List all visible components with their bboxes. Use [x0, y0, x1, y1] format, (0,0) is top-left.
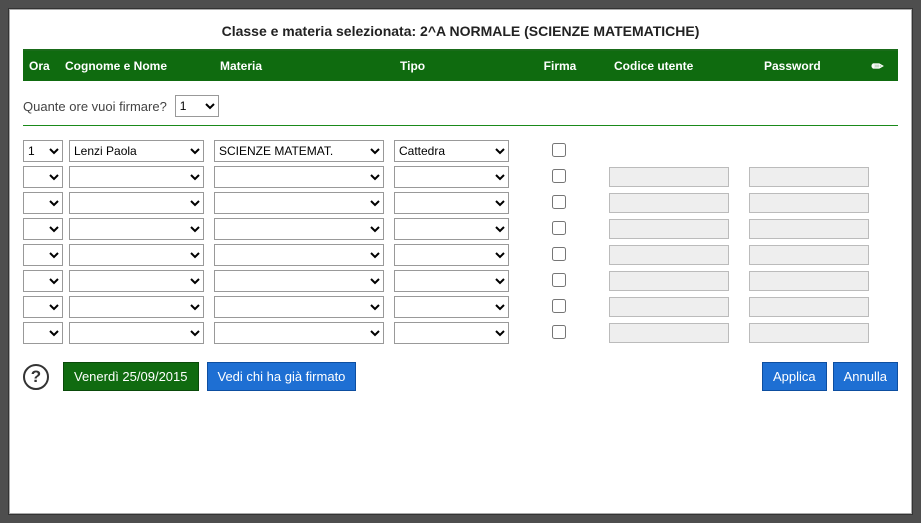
nome-select[interactable]: Lenzi Paola: [69, 140, 204, 162]
nome-select[interactable]: [69, 270, 204, 292]
nome-select[interactable]: [69, 296, 204, 318]
col-password: Password: [740, 59, 850, 73]
ora-select[interactable]: [23, 244, 63, 266]
firma-cell: [529, 169, 589, 186]
tipo-select[interactable]: [394, 166, 509, 188]
firma-cell: [529, 299, 589, 316]
nome-select[interactable]: [69, 192, 204, 214]
col-firma: Firma: [530, 59, 590, 73]
col-materia: Materia: [220, 59, 400, 73]
codice-input[interactable]: [609, 323, 729, 343]
tipo-select[interactable]: Cattedra: [394, 140, 509, 162]
firma-cell: [529, 325, 589, 342]
tipo-select[interactable]: [394, 296, 509, 318]
main-frame: Classe e materia selezionata: 2^A NORMAL…: [8, 8, 913, 515]
firma-checkbox[interactable]: [552, 247, 566, 261]
ora-select[interactable]: [23, 296, 63, 318]
divider-mid: [23, 125, 898, 126]
page-title: Classe e materia selezionata: 2^A NORMAL…: [23, 23, 898, 39]
col-nome: Cognome e Nome: [65, 59, 220, 73]
materia-select[interactable]: SCIENZE MATEMAT.: [214, 140, 384, 162]
password-input[interactable]: [749, 323, 869, 343]
tipo-select[interactable]: [394, 192, 509, 214]
hours-row: Quante ore vuoi firmare? 1: [23, 95, 898, 117]
hours-label: Quante ore vuoi firmare?: [23, 99, 167, 114]
password-input[interactable]: [749, 271, 869, 291]
nome-select[interactable]: [69, 244, 204, 266]
firma-cell: [529, 221, 589, 238]
ora-select[interactable]: [23, 192, 63, 214]
ora-select[interactable]: 1: [23, 140, 63, 162]
table-row: [23, 218, 898, 240]
tipo-select[interactable]: [394, 244, 509, 266]
date-button[interactable]: Venerdì 25/09/2015: [63, 362, 199, 391]
codice-input[interactable]: [609, 219, 729, 239]
col-tipo: Tipo: [400, 59, 530, 73]
nome-select[interactable]: [69, 166, 204, 188]
tipo-select[interactable]: [394, 270, 509, 292]
materia-select[interactable]: [214, 322, 384, 344]
materia-select[interactable]: [214, 296, 384, 318]
password-input[interactable]: [749, 167, 869, 187]
ora-select[interactable]: [23, 218, 63, 240]
firma-checkbox[interactable]: [552, 143, 566, 157]
password-input[interactable]: [749, 219, 869, 239]
password-input[interactable]: [749, 297, 869, 317]
table-header: Ora Cognome e Nome Materia Tipo Firma Co…: [23, 51, 898, 81]
ora-select[interactable]: [23, 270, 63, 292]
col-ora: Ora: [29, 59, 65, 73]
table-row: [23, 166, 898, 188]
vedi-button[interactable]: Vedi chi ha già firmato: [207, 362, 357, 391]
materia-select[interactable]: [214, 244, 384, 266]
table-row: [23, 244, 898, 266]
codice-input[interactable]: [609, 297, 729, 317]
materia-select[interactable]: [214, 166, 384, 188]
firma-checkbox[interactable]: [552, 273, 566, 287]
firma-cell: [529, 195, 589, 212]
table-row: [23, 270, 898, 292]
hours-select[interactable]: 1: [175, 95, 219, 117]
codice-input[interactable]: [609, 167, 729, 187]
firma-cell: [529, 247, 589, 264]
applica-button[interactable]: Applica: [762, 362, 827, 391]
firma-cell: [529, 143, 589, 160]
help-icon[interactable]: ?: [23, 364, 49, 390]
firma-checkbox[interactable]: [552, 195, 566, 209]
nome-select[interactable]: [69, 218, 204, 240]
nome-select[interactable]: [69, 322, 204, 344]
password-input[interactable]: [749, 193, 869, 213]
tipo-select[interactable]: [394, 322, 509, 344]
firma-checkbox[interactable]: [552, 169, 566, 183]
tipo-select[interactable]: [394, 218, 509, 240]
materia-select[interactable]: [214, 218, 384, 240]
ora-select[interactable]: [23, 322, 63, 344]
codice-input[interactable]: [609, 193, 729, 213]
rows-container: 1 Lenzi Paola SCIENZE MATEMAT. Cattedra: [23, 140, 898, 344]
password-input[interactable]: [749, 245, 869, 265]
table-row: [23, 296, 898, 318]
firma-checkbox[interactable]: [552, 221, 566, 235]
firma-checkbox[interactable]: [552, 299, 566, 313]
edit-icon[interactable]: ✎: [868, 56, 888, 76]
codice-input[interactable]: [609, 245, 729, 265]
footer: ? Venerdì 25/09/2015 Vedi chi ha già fir…: [23, 362, 898, 391]
table-row: 1 Lenzi Paola SCIENZE MATEMAT. Cattedra: [23, 140, 898, 162]
table-row: [23, 322, 898, 344]
table-row: [23, 192, 898, 214]
firma-cell: [529, 273, 589, 290]
annulla-button[interactable]: Annulla: [833, 362, 898, 391]
materia-select[interactable]: [214, 270, 384, 292]
col-codice: Codice utente: [590, 59, 740, 73]
ora-select[interactable]: [23, 166, 63, 188]
firma-checkbox[interactable]: [552, 325, 566, 339]
materia-select[interactable]: [214, 192, 384, 214]
codice-input[interactable]: [609, 271, 729, 291]
